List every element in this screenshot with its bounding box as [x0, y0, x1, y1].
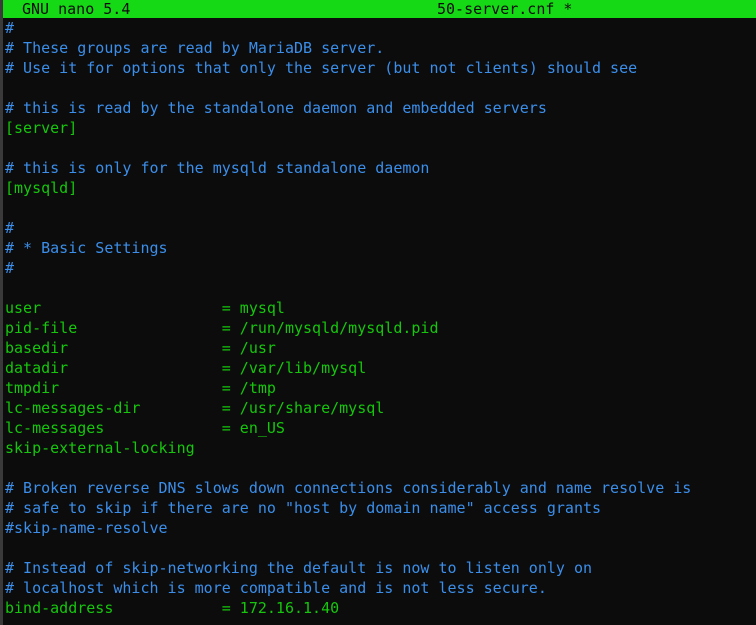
setting-line[interactable]: user = mysql [5, 298, 756, 318]
comment-line[interactable]: # localhost which is more compatible and… [5, 578, 756, 598]
setting-line[interactable]: lc-messages-dir = /usr/share/mysql [5, 398, 756, 418]
text-editor-area[interactable]: # # These groups are read by MariaDB serv… [5, 18, 756, 618]
comment-line[interactable]: # safe to skip if there are no "host by … [5, 498, 756, 518]
comment-line[interactable]: #skip-name-resolve [5, 518, 756, 538]
blank-line[interactable] [5, 198, 756, 218]
comment-line[interactable]: # this is only for the mysqld standalone… [5, 158, 756, 178]
comment-line[interactable]: # [5, 258, 756, 278]
setting-line[interactable]: pid-file = /run/mysqld/mysqld.pid [5, 318, 756, 338]
section-line[interactable]: [mysqld] [5, 178, 756, 198]
comment-line[interactable]: # [5, 18, 756, 38]
blank-line[interactable] [5, 278, 756, 298]
comment-line[interactable]: # * Basic Settings [5, 238, 756, 258]
comment-line[interactable]: # These groups are read by MariaDB serve… [5, 38, 756, 58]
blank-line[interactable] [5, 458, 756, 478]
setting-line[interactable]: basedir = /usr [5, 338, 756, 358]
section-line[interactable]: [server] [5, 118, 756, 138]
blank-line[interactable] [5, 138, 756, 158]
setting-line[interactable]: datadir = /var/lib/mysql [5, 358, 756, 378]
nano-title-bar: GNU nano 5.4 50-server.cnf * [3, 0, 756, 18]
comment-line[interactable]: # Use it for options that only the serve… [5, 58, 756, 78]
app-version: GNU nano 5.4 [22, 0, 131, 18]
blank-line[interactable] [5, 78, 756, 98]
comment-line[interactable]: # [5, 218, 756, 238]
comment-line[interactable]: # Broken reverse DNS slows down connecti… [5, 478, 756, 498]
comment-line[interactable]: # this is read by the standalone daemon … [5, 98, 756, 118]
setting-line[interactable]: lc-messages = en_US [5, 418, 756, 438]
setting-line[interactable]: tmpdir = /tmp [5, 378, 756, 398]
setting-line[interactable]: bind-address = 172.16.1.40 [5, 598, 756, 618]
window-edge [0, 0, 3, 625]
setting-line[interactable]: skip-external-locking [5, 438, 756, 458]
blank-line[interactable] [5, 538, 756, 558]
file-name: 50-server.cnf * [437, 0, 573, 18]
comment-line[interactable]: # Instead of skip-networking the default… [5, 558, 756, 578]
